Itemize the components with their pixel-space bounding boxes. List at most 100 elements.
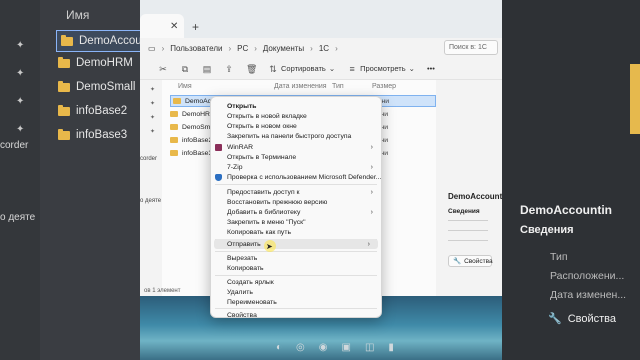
more-button[interactable]: ••• bbox=[427, 64, 435, 73]
column-header-size[interactable]: Размер bbox=[372, 83, 396, 90]
menu-item-cut[interactable]: Вырезать bbox=[211, 253, 381, 263]
new-tab-icon[interactable]: + bbox=[192, 20, 199, 34]
folder-icon bbox=[170, 111, 178, 117]
chevron-right-icon: › bbox=[254, 43, 257, 53]
menu-item-copy[interactable]: Копировать bbox=[211, 263, 381, 273]
pin-icon: ✦ bbox=[16, 124, 25, 135]
folder-icon bbox=[170, 124, 178, 130]
background-column-name: Имя bbox=[66, 8, 90, 22]
menu-item-send-to[interactable]: Отправить › bbox=[214, 239, 378, 249]
view-button[interactable]: ≡ Просмотреть ⌄ bbox=[347, 64, 414, 74]
copy-icon[interactable]: ⧉ bbox=[180, 64, 190, 74]
pin-icon: ✦ bbox=[16, 96, 25, 107]
folder-icon bbox=[61, 34, 73, 46]
details-divider bbox=[448, 240, 488, 241]
address-bar[interactable]: ▭ › Пользователи › PC › Документы › 1C ›… bbox=[140, 38, 502, 58]
file-row[interactable]: infoBase3мени bbox=[170, 147, 388, 159]
pin-icon: ✦ bbox=[150, 87, 156, 93]
breadcrumb-item[interactable]: Документы bbox=[263, 44, 304, 53]
pin-icon: ✦ bbox=[150, 129, 156, 135]
taskbar-icon[interactable]: ◫ bbox=[365, 342, 374, 353]
pin-icon: ✦ bbox=[150, 115, 156, 121]
folder-icon bbox=[58, 128, 70, 140]
folder-icon bbox=[58, 104, 70, 116]
background-details-title: DemoAccountin bbox=[520, 203, 613, 217]
menu-divider bbox=[215, 184, 377, 185]
sort-button[interactable]: ⇅ Сортировать ⌄ bbox=[268, 64, 335, 74]
taskbar-icon[interactable]: ◉ bbox=[319, 342, 328, 353]
properties-button[interactable]: 🔧 Свойства bbox=[448, 255, 493, 267]
chevron-right-icon: › bbox=[367, 240, 370, 248]
background-list-item: infoBase2 bbox=[58, 100, 127, 122]
menu-item-properties[interactable]: Свойства bbox=[211, 310, 381, 320]
details-pane: DemoAccountin Сведения 🔧Свойства bbox=[438, 80, 502, 296]
menu-item-create-shortcut[interactable]: Создать ярлык bbox=[211, 277, 381, 287]
column-header-type[interactable]: Тип bbox=[332, 83, 344, 90]
background-properties-button: 🔧 Свойства bbox=[548, 312, 617, 326]
nav-pane: ✦ ✦ ✦ ✦ bbox=[140, 80, 160, 296]
details-section: Сведения bbox=[448, 208, 480, 215]
background-nav-pane: ✦ ✦ ✦ ✦ corder о деяте bbox=[0, 0, 40, 360]
rename-icon[interactable]: ▤ bbox=[202, 64, 212, 74]
menu-item-delete[interactable]: Удалить bbox=[211, 287, 381, 297]
wrench-icon: 🔧 bbox=[548, 313, 562, 325]
defender-icon bbox=[215, 173, 222, 181]
background-details-prop: Расположени... bbox=[550, 270, 625, 282]
folder-icon bbox=[170, 137, 178, 143]
menu-item-open-terminal[interactable]: Открыть в Терминале bbox=[211, 152, 381, 162]
nav-item-text[interactable]: о деяте bbox=[140, 198, 161, 204]
file-row[interactable]: DemoHRMмени bbox=[170, 108, 388, 120]
folder-icon bbox=[170, 150, 178, 156]
breadcrumb-item[interactable]: Пользователи bbox=[170, 44, 222, 53]
menu-item-copy-as-path[interactable]: Копировать как путь bbox=[211, 227, 381, 237]
menu-item-open[interactable]: Открыть bbox=[211, 101, 381, 111]
taskbar-icon[interactable]: ◐ bbox=[276, 342, 282, 353]
details-title: DemoAccountin bbox=[448, 192, 502, 201]
menu-item-7zip[interactable]: 7-Zip › bbox=[211, 162, 381, 172]
delete-icon[interactable]: 🗑 bbox=[246, 64, 257, 74]
taskbar-icon[interactable]: ◎ bbox=[296, 342, 305, 353]
background-details-prop: Тип bbox=[550, 251, 568, 263]
menu-item-share-with[interactable]: Предоставить доступ к › bbox=[211, 187, 381, 197]
status-bar: ов 1 элемент bbox=[144, 288, 181, 294]
chevron-right-icon: › bbox=[370, 188, 373, 196]
chevron-right-icon: › bbox=[370, 143, 373, 151]
menu-divider bbox=[215, 275, 377, 276]
column-header-name[interactable]: Имя bbox=[178, 83, 192, 90]
menu-divider bbox=[215, 251, 377, 252]
chevron-right-icon: › bbox=[228, 43, 232, 53]
background-nav-text: о деяте bbox=[0, 212, 36, 223]
chevron-right-icon: › bbox=[161, 43, 165, 53]
background-list-item: DemoHRM bbox=[58, 52, 133, 74]
taskbar-icon[interactable]: ▣ bbox=[342, 342, 351, 353]
menu-item-winrar[interactable]: WinRAR › bbox=[211, 142, 381, 152]
menu-item-open-new-tab[interactable]: Открыть в новой вкладке bbox=[211, 111, 381, 121]
breadcrumb-item[interactable]: PC bbox=[237, 44, 248, 53]
share-icon[interactable]: ⇪ bbox=[224, 64, 234, 74]
winrar-icon bbox=[215, 143, 222, 151]
menu-item-restore-previous[interactable]: Восстановить прежнюю версию bbox=[211, 197, 381, 207]
taskbar-icon[interactable]: ▮ bbox=[388, 342, 394, 353]
breadcrumb-item[interactable]: 1C bbox=[319, 44, 329, 53]
cut-icon[interactable]: ✂ bbox=[158, 64, 168, 74]
pin-icon: ✦ bbox=[150, 101, 156, 107]
nav-item-text[interactable]: corder bbox=[140, 156, 157, 162]
pin-icon: ✦ bbox=[16, 40, 25, 51]
command-bar: ✂ ⧉ ▤ ⇪ 🗑 ⇅ Сортировать ⌄ ≡ Просмотреть ⌄ ••… bbox=[140, 58, 502, 80]
monitor-icon: ▭ bbox=[148, 43, 156, 53]
close-tab-icon[interactable]: ✕ bbox=[170, 21, 178, 32]
file-row[interactable]: infoBase2мени bbox=[170, 134, 388, 146]
menu-item-pin-start[interactable]: Закрепить в меню "Пуск" bbox=[211, 217, 381, 227]
chevron-down-icon: ⌄ bbox=[328, 64, 336, 73]
background-details-section: Сведения bbox=[520, 224, 574, 236]
menu-item-add-to-library[interactable]: Добавить в библиотеку › bbox=[211, 207, 381, 217]
menu-item-pin-quick-access[interactable]: Закрепить на панели быстрого доступа bbox=[211, 131, 381, 141]
tab-bar: ✕ + bbox=[140, 0, 502, 38]
folder-icon bbox=[173, 98, 181, 104]
column-header-date[interactable]: Дата изменения bbox=[274, 83, 327, 90]
menu-item-rename[interactable]: Переименовать bbox=[211, 297, 381, 307]
menu-item-defender-scan[interactable]: Проверка с использованием Microsoft Defe… bbox=[211, 172, 381, 182]
menu-item-open-new-window[interactable]: Открыть в новом окне bbox=[211, 121, 381, 131]
search-input[interactable]: Поиск в: 1C bbox=[444, 40, 498, 55]
details-divider bbox=[448, 220, 488, 221]
